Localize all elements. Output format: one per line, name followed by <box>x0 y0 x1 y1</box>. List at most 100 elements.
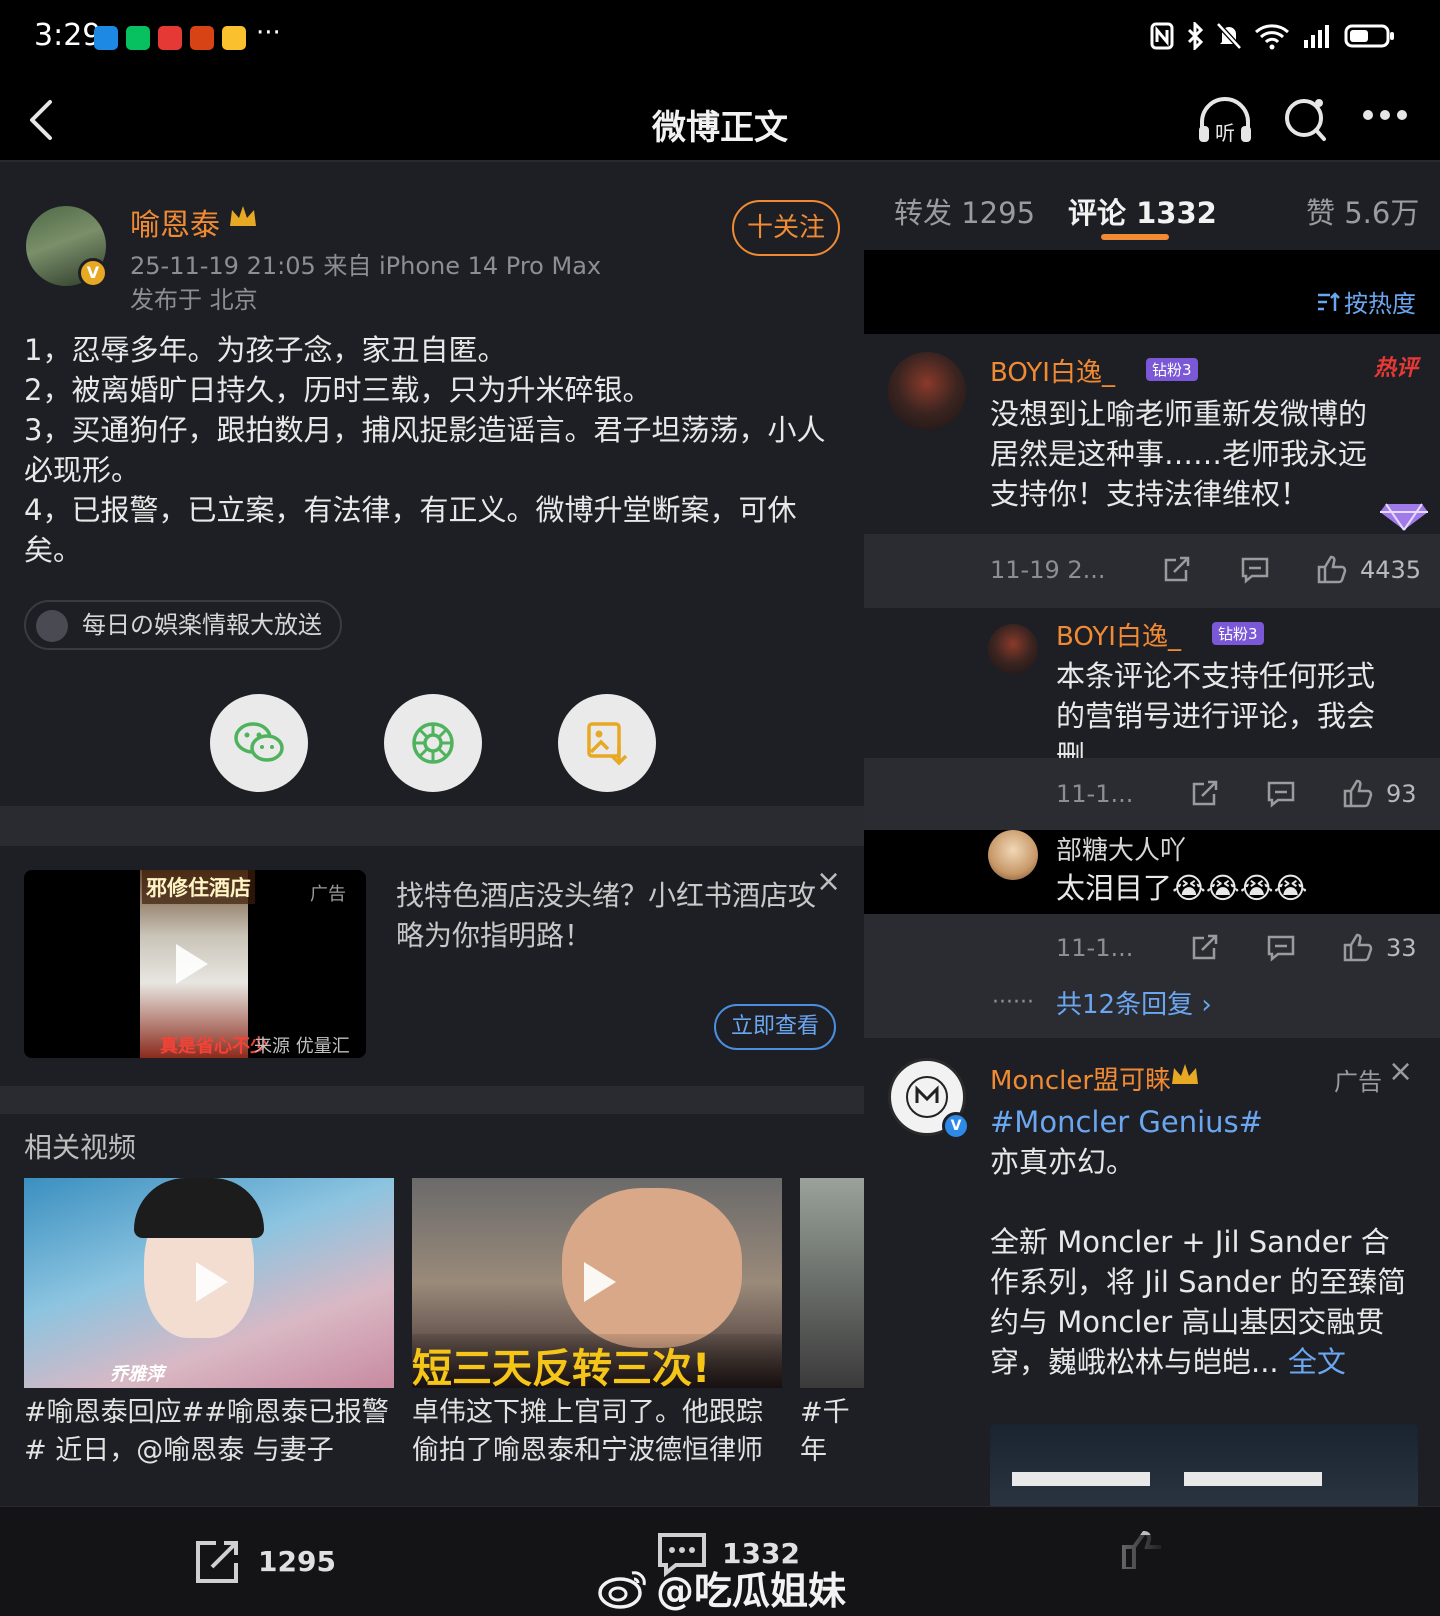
listen-icon[interactable]: 听 <box>1196 96 1254 146</box>
follow-button[interactable]: 十关注 <box>732 200 840 256</box>
nav-bar: 微博正文 听 <box>0 80 1440 162</box>
reply-actions: 11-1... 33 ······ 共12条回复 › <box>864 914 1440 1038</box>
related-videos-title: 相关视频 <box>24 1131 137 1164</box>
read-more-link[interactable]: 全文 <box>1288 1345 1346 1379</box>
related-video-thumbnail[interactable]: 乔雅萍 <box>24 1178 394 1388</box>
tab-indicator <box>1101 234 1169 240</box>
app-notification-icon <box>158 26 182 50</box>
post-line: 1，忍辱多年。为孩子念，家丑自匿。 <box>24 333 507 367</box>
status-icons <box>1150 22 1396 50</box>
search-icon[interactable] <box>1282 94 1330 144</box>
watermark-text: @吃瓜姐妹 <box>656 1569 847 1613</box>
view-replies-link[interactable]: 共12条回复 › <box>1056 984 1212 1021</box>
ad-author[interactable]: Moncler盟可睐 <box>990 1060 1171 1097</box>
share-wechat-button[interactable] <box>210 694 308 792</box>
reply-time: 11-1... <box>1056 934 1134 962</box>
ad-thumb-caption: 真是省心不少 <box>160 1036 268 1057</box>
ad-card[interactable]: 邪修住酒店 真是省心不少 广告 来源 优量汇 找特色酒店没头绪？小红书酒店攻略为… <box>0 846 864 1086</box>
reply-avatar[interactable] <box>988 624 1038 674</box>
video-overlay-text: 短三天反转三次! <box>412 1346 711 1388</box>
battery-icon <box>1344 24 1394 48</box>
app-notification-icon <box>94 26 118 50</box>
post-body: 1，忍辱多年。为孩子念，家丑自匿。 2，被离婚旷日持久，历时三载，只为升米碎银。… <box>24 330 844 570</box>
status-more: ··· <box>256 18 281 48</box>
video-overlay-text: 乔雅萍 <box>110 1364 164 1385</box>
play-icon <box>196 1262 228 1302</box>
ad-image[interactable] <box>990 1424 1418 1506</box>
reply-actions: 11-1... 93 <box>864 758 1440 830</box>
repost-count[interactable]: 1295 <box>258 1545 336 1578</box>
repost-icon[interactable] <box>1162 556 1192 584</box>
tab-like[interactable]: 赞 5.6万 <box>1306 190 1419 232</box>
more-icon[interactable] <box>1362 108 1408 122</box>
repost-icon[interactable] <box>1190 780 1220 808</box>
post-line: 2，被离婚旷日持久，历时三载，只为升米碎银。 <box>24 373 652 407</box>
ad-text[interactable]: 找特色酒店没头绪？小红书酒店攻略为你指明路！ <box>396 876 836 956</box>
reply-dots: ······ <box>992 990 1034 1015</box>
like-count: 93 <box>1386 780 1417 808</box>
ad-image-stripe <box>1184 1472 1322 1486</box>
ad-cta-button[interactable]: 立即查看 <box>714 1004 836 1050</box>
nfc-icon <box>1150 22 1174 50</box>
related-video-caption[interactable]: 卓伟这下摊上官司了。他跟踪偷拍了喻恩泰和宁波德恒律师 <box>412 1394 782 1474</box>
moncler-logo-icon <box>906 1076 948 1118</box>
wechat-icon <box>234 722 284 762</box>
ad-image-stripe <box>1012 1472 1150 1486</box>
reply-time: 11-1... <box>1056 780 1134 808</box>
comment-icon[interactable] <box>1266 934 1296 962</box>
author-name[interactable]: 喻恩泰 <box>130 200 220 244</box>
sort-icon <box>1318 291 1340 311</box>
crown-icon <box>230 206 256 226</box>
ad-tag: 广告 <box>1334 1068 1382 1096</box>
ad-tag: 广告 <box>310 884 346 905</box>
verified-badge-icon: V <box>78 258 108 288</box>
mute-icon <box>1216 22 1242 50</box>
video-person-hair <box>134 1178 264 1238</box>
ad-hashtag[interactable]: #Moncler Genius# <box>990 1102 1263 1142</box>
comment-icon[interactable] <box>1240 556 1270 584</box>
ad-video-thumbnail[interactable]: 邪修住酒店 真是省心不少 广告 来源 优量汇 <box>24 870 366 1058</box>
related-video-thumbnail[interactable]: 短三天反转三次! <box>412 1178 782 1388</box>
ad-close-icon[interactable]: × <box>816 864 841 899</box>
topic-icon <box>36 610 68 642</box>
ad-body: 全新 Moncler + Jil Sander 合作系列，将 Jil Sande… <box>990 1222 1410 1382</box>
signal-icon <box>1304 25 1329 48</box>
divider <box>0 1086 864 1114</box>
related-video-caption[interactable]: #千年KTV# <box>800 1394 864 1474</box>
status-bar: 3:29 ··· <box>0 0 1440 80</box>
sort-button[interactable]: 按热度 <box>1316 284 1416 319</box>
reply-avatar[interactable] <box>988 830 1038 880</box>
like-icon[interactable] <box>1316 554 1348 584</box>
tab-comment[interactable]: 评论 1332 <box>1068 190 1217 232</box>
hot-comment-badge: 热评 <box>1373 356 1418 381</box>
repost-icon[interactable] <box>192 1537 244 1587</box>
comment-actions: 11-19 2... 4435 <box>864 534 1440 608</box>
comment-avatar[interactable] <box>888 352 966 430</box>
play-icon <box>176 944 208 984</box>
reply-author[interactable]: 部糖大人吖 <box>1056 830 1186 867</box>
tab-repost[interactable]: 转发 1295 <box>894 190 1035 232</box>
ad-thumb-title: 邪修住酒店 <box>142 870 255 904</box>
topic-chip-label: 每日の娯楽情報大放送 <box>82 611 322 639</box>
comment-icon[interactable] <box>1266 780 1296 808</box>
repost-icon[interactable] <box>1190 934 1220 962</box>
status-time: 3:29 <box>34 18 102 53</box>
topic-chip[interactable]: 每日の娯楽情報大放送 <box>24 600 342 650</box>
weibo-logo-icon <box>598 1570 646 1609</box>
like-icon[interactable] <box>1342 932 1374 962</box>
comment-author[interactable]: BOYI白逸_ <box>990 352 1115 389</box>
comment-text[interactable]: 没想到让喻老师重新发微博的居然是这种事……老师我永远支持你！支持法律维权！ <box>990 394 1390 514</box>
like-icon[interactable] <box>1342 778 1374 808</box>
ad-close-icon[interactable]: × <box>1388 1054 1413 1089</box>
share-moments-button[interactable] <box>384 694 482 792</box>
divider <box>0 806 864 846</box>
reply-author[interactable]: BOYI白逸_ <box>1056 616 1181 653</box>
reply-text[interactable]: 太泪目了😭😭😭😭 <box>1056 868 1416 908</box>
bluetooth-icon <box>1187 22 1204 50</box>
post-meta: 25-11-19 21:05 来自 iPhone 14 Pro Max <box>130 252 602 280</box>
related-video-thumbnail[interactable] <box>800 1178 864 1388</box>
save-image-button[interactable] <box>558 694 656 792</box>
related-video-caption[interactable]: #喻恩泰回应##喻恩泰已报警# 近日，@喻恩泰 与妻子 <box>24 1394 394 1474</box>
like-count: 4435 <box>1360 556 1422 584</box>
comment-time: 11-19 2... <box>990 556 1106 584</box>
